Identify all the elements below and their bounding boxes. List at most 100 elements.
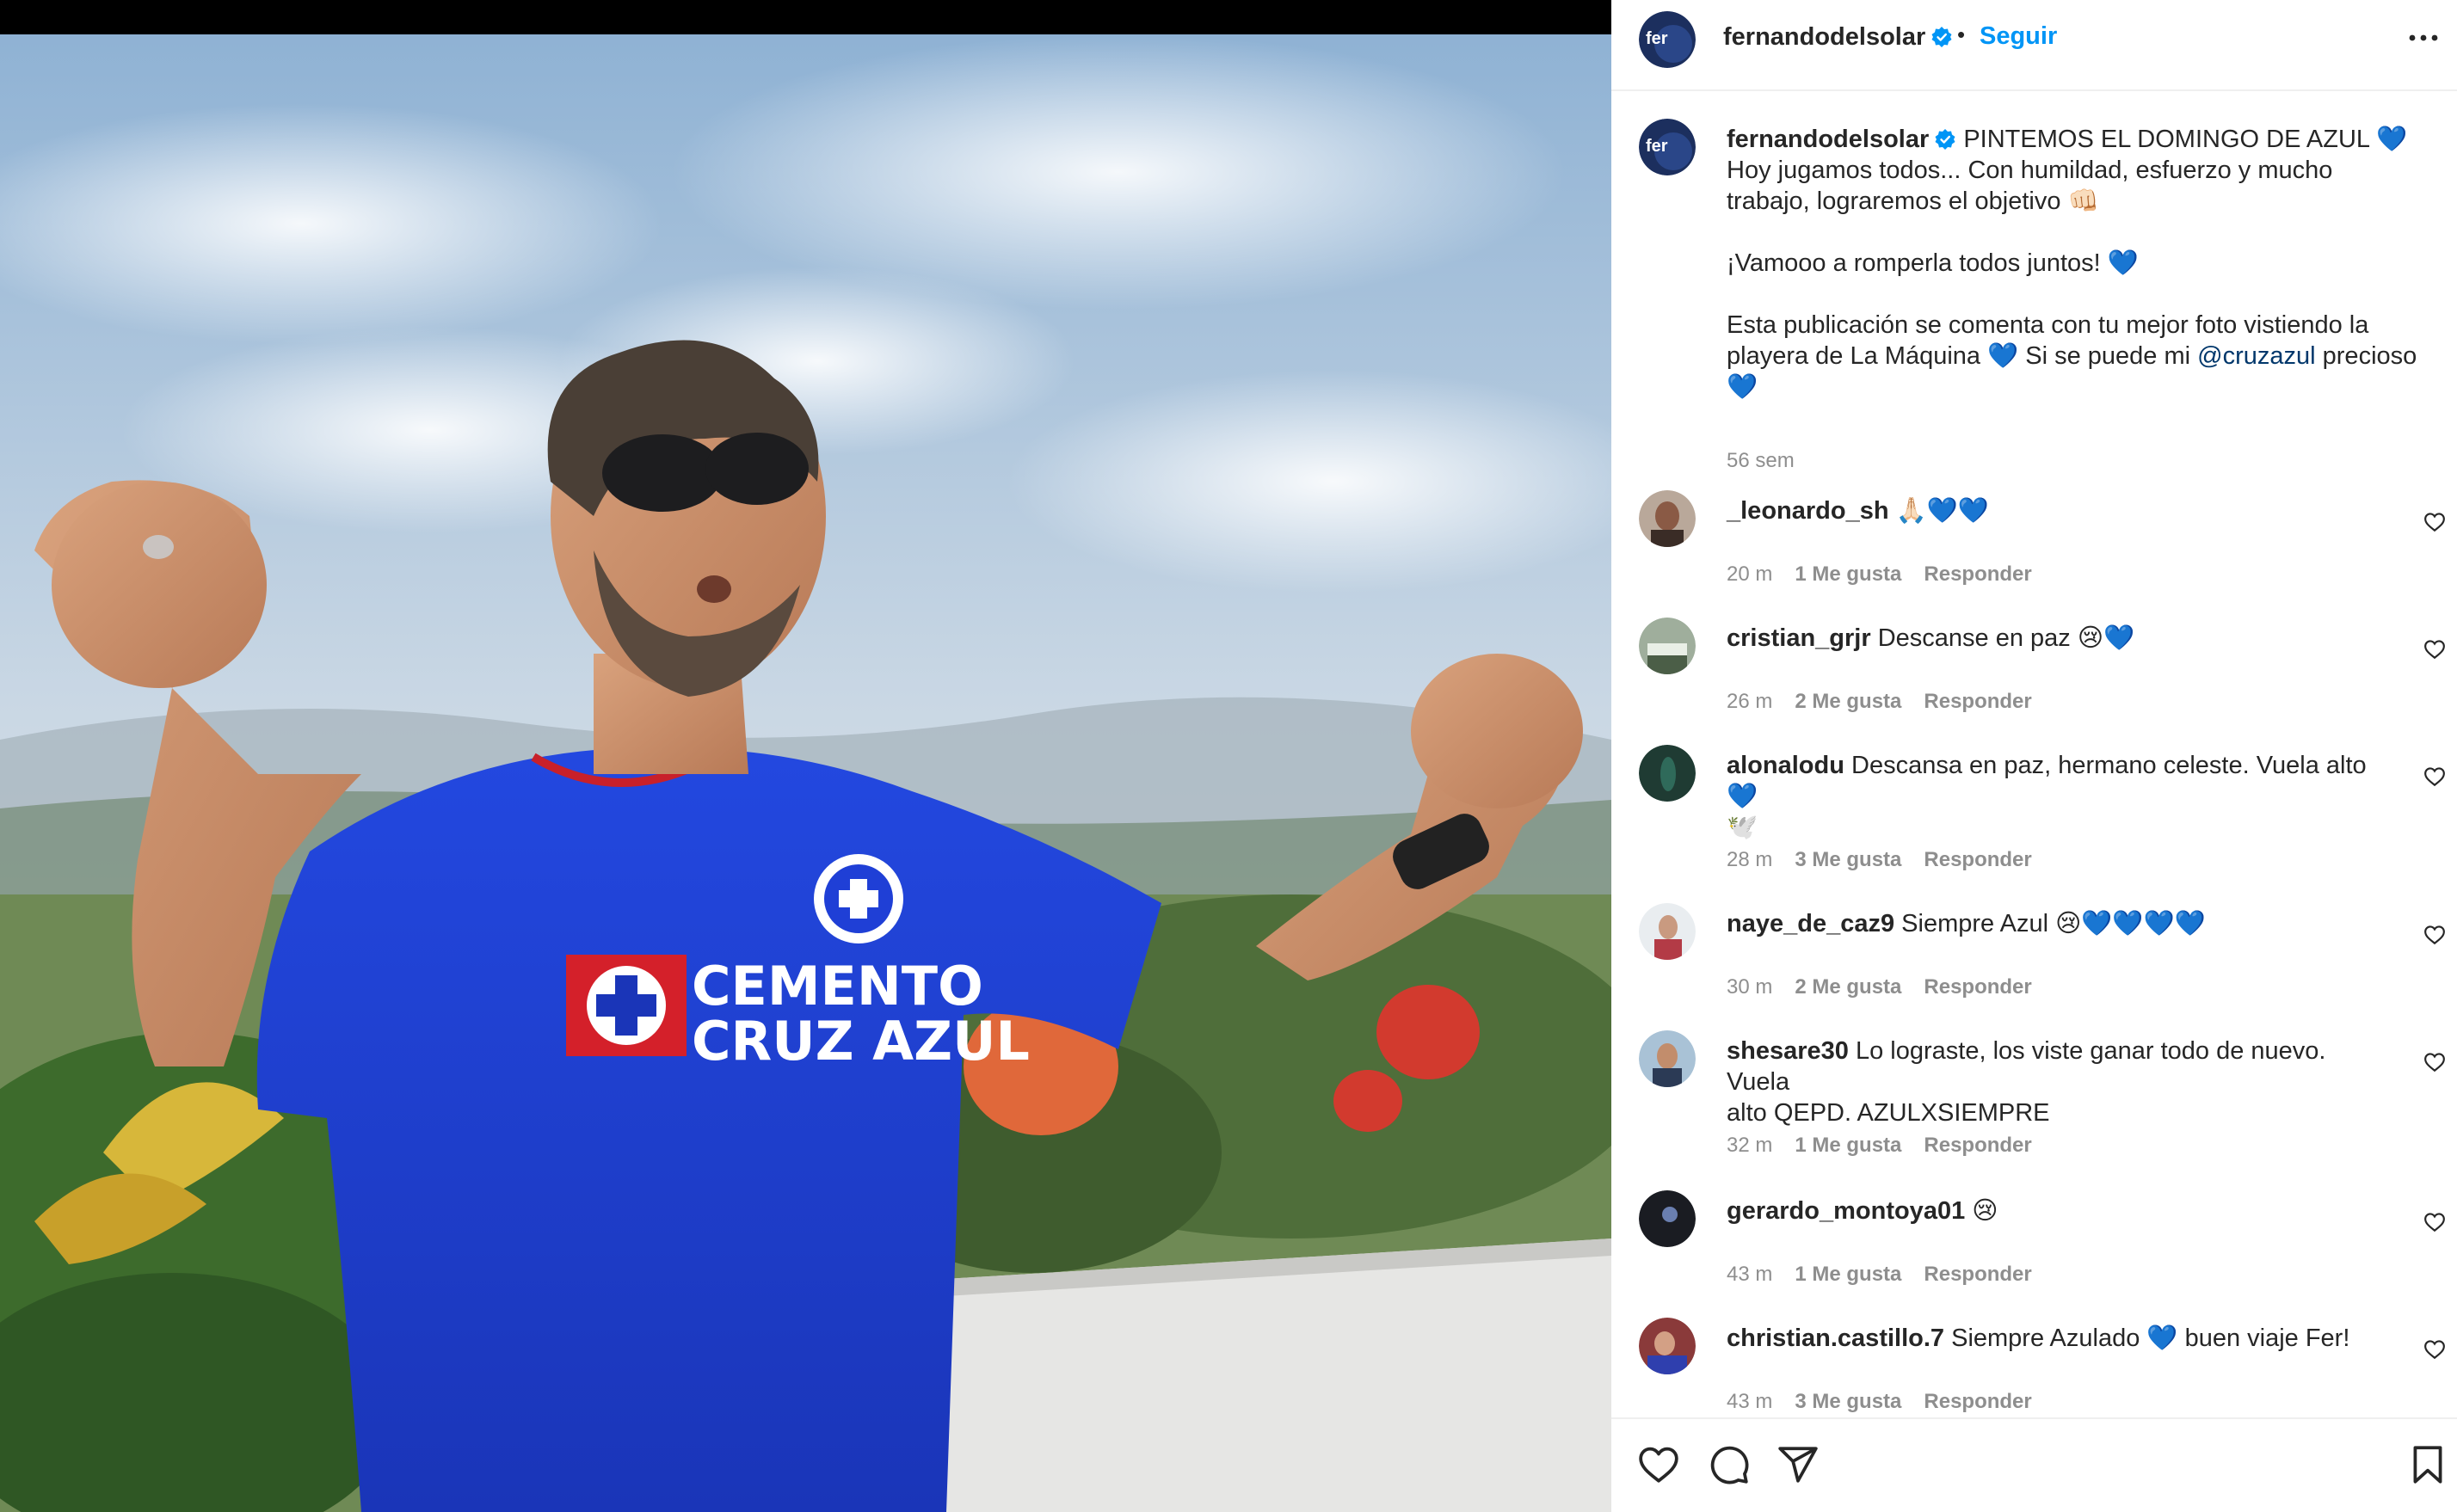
- comment-content-2: alto QEPD. AZULXSIEMPRE: [1727, 1099, 2050, 1127]
- comment-username[interactable]: cristian_grjr: [1727, 624, 1871, 652]
- caption-avatar[interactable]: fer: [1639, 119, 1696, 175]
- post-photo[interactable]: CEMENTO CRUZ AZUL: [0, 0, 1611, 1512]
- comment-avatar[interactable]: [1639, 618, 1696, 674]
- post-header: fer fernandodelsolar • Seguir: [1611, 0, 2457, 91]
- comment-item: shesare30 Lo lograste, los viste ganar t…: [1611, 1030, 2457, 1189]
- comment-content: 🙏🏻💙💙: [1895, 497, 1989, 525]
- caption-line-4: ¡Vamooo a romperla todos juntos! 💙: [1727, 249, 2139, 277]
- comment-item: naye_de_caz9 Siempre Azul 😢💙💙💙💙 30 m 2 Me…: [1611, 903, 2457, 1030]
- author-avatar[interactable]: fer: [1639, 11, 1696, 68]
- svg-text:fer: fer: [1646, 137, 1668, 156]
- verified-badge-icon: [1935, 129, 1955, 150]
- heart-icon[interactable]: [2423, 1211, 2446, 1233]
- comment-content: Siempre Azul 😢💙💙💙💙: [1901, 910, 2206, 937]
- comment-time[interactable]: 43 m: [1727, 1390, 1772, 1413]
- verified-badge-icon: [1931, 27, 1952, 47]
- separator-dot: •: [1957, 22, 1966, 47]
- caption-line-7: 💙: [1727, 373, 1758, 401]
- reply-button[interactable]: Responder: [1924, 975, 2031, 999]
- jersey-text-2: CRUZ AZUL: [692, 1010, 1030, 1073]
- comment-time[interactable]: 30 m: [1727, 975, 1772, 999]
- comment-text: cristian_grjr Descanse en paz 😢💙: [1727, 623, 2389, 654]
- comment-username[interactable]: christian.castillo.7: [1727, 1325, 1944, 1352]
- comment-item: alonalodu Descansa en paz, hermano celes…: [1611, 745, 2457, 903]
- follow-button[interactable]: Seguir: [1980, 22, 2057, 51]
- comment-avatar[interactable]: [1639, 745, 1696, 802]
- heart-icon[interactable]: [2423, 924, 2446, 946]
- reply-button[interactable]: Responder: [1924, 848, 2031, 871]
- comment-time[interactable]: 20 m: [1727, 562, 1772, 586]
- comment-likes[interactable]: 1 Me gusta: [1795, 562, 1901, 586]
- caption-line-6b: precioso: [2315, 342, 2417, 370]
- heart-icon[interactable]: [2423, 1338, 2446, 1361]
- comment-likes[interactable]: 1 Me gusta: [1795, 1134, 1901, 1157]
- post-timestamp[interactable]: 56 sem: [1727, 449, 1795, 473]
- like-heart-icon[interactable]: [1637, 1443, 1680, 1486]
- comment-item: christian.castillo.7 Siempre Azulado 💙 b…: [1611, 1318, 2457, 1417]
- comment-username[interactable]: _leonardo_sh: [1727, 497, 1889, 525]
- heart-icon[interactable]: [2423, 638, 2446, 661]
- heart-icon[interactable]: [2423, 511, 2446, 533]
- comment-likes[interactable]: 2 Me gusta: [1795, 690, 1901, 713]
- post-actions: [1611, 1417, 2457, 1512]
- comment-item: cristian_grjr Descanse en paz 😢💙 26 m 2 M…: [1611, 618, 2457, 745]
- photo-illustration: CEMENTO CRUZ AZUL: [0, 34, 1611, 1512]
- comment-meta: 32 m 1 Me gusta Responder: [1727, 1134, 2054, 1158]
- reply-button[interactable]: Responder: [1924, 1390, 2031, 1413]
- comment-item: gerardo_montoya01 😢 43 m 1 Me gusta Respon…: [1611, 1190, 2457, 1318]
- comment-meta: 30 m 2 Me gusta Responder: [1727, 975, 2054, 999]
- comment-meta: 28 m 3 Me gusta Responder: [1727, 848, 2054, 872]
- comments-feed[interactable]: fer fernandodelsolar PINTEMOS EL DOMINGO…: [1611, 93, 2457, 1417]
- caption-line-6a: playera de La Máquina 💙 Si se puede mi: [1727, 342, 2198, 370]
- comment-meta: 26 m 2 Me gusta Responder: [1727, 690, 2054, 714]
- comment-username[interactable]: shesare30: [1727, 1037, 1849, 1065]
- caption-line-5: Esta publicación se comenta con tu mejor…: [1727, 311, 2369, 339]
- reply-button[interactable]: Responder: [1924, 1263, 2031, 1286]
- comment-username[interactable]: alonalodu: [1727, 752, 1844, 779]
- comment-time[interactable]: 32 m: [1727, 1134, 1772, 1157]
- comment-likes[interactable]: 3 Me gusta: [1795, 848, 1901, 871]
- comment-content: Siempre Azulado 💙 buen viaje Fer!: [1951, 1325, 2350, 1352]
- heart-icon[interactable]: [2423, 765, 2446, 788]
- comment-avatar[interactable]: [1639, 490, 1696, 547]
- heart-icon[interactable]: [2423, 1051, 2446, 1073]
- comment-content: Descanse en paz 😢💙: [1877, 624, 2135, 652]
- comment-text: naye_de_caz9 Siempre Azul 😢💙💙💙💙: [1727, 908, 2389, 939]
- comment-time[interactable]: 43 m: [1727, 1263, 1772, 1286]
- comment-content: 😢: [1972, 1197, 1998, 1225]
- caption-line-1: PINTEMOS EL DOMINGO DE AZUL 💙: [1963, 126, 2408, 153]
- comment-text: _leonardo_sh 🙏🏻💙💙: [1727, 495, 2389, 526]
- jersey-text-1: CEMENTO: [692, 955, 983, 1017]
- comment-content-2: 🕊️: [1727, 814, 1758, 841]
- reply-button[interactable]: Responder: [1924, 1134, 2031, 1157]
- comment-likes[interactable]: 2 Me gusta: [1795, 975, 1901, 999]
- comment-time[interactable]: 26 m: [1727, 690, 1772, 713]
- comment-likes[interactable]: 3 Me gusta: [1795, 1390, 1901, 1413]
- svg-text:fer: fer: [1646, 29, 1668, 48]
- comment-likes[interactable]: 1 Me gusta: [1795, 1263, 1901, 1286]
- mention-link[interactable]: @cruzazul: [2197, 342, 2315, 370]
- post-panel: fer fernandodelsolar • Seguir fer fernan…: [1611, 0, 2457, 1512]
- caption-username[interactable]: fernandodelsolar: [1727, 126, 1929, 153]
- author-username[interactable]: fernandodelsolar: [1723, 23, 1953, 52]
- reply-button[interactable]: Responder: [1924, 690, 2031, 713]
- comment-meta: 20 m 1 Me gusta Responder: [1727, 562, 2054, 587]
- comment-text: alonalodu Descansa en paz, hermano celes…: [1727, 750, 2389, 843]
- comment-username[interactable]: gerardo_montoya01: [1727, 1197, 1965, 1225]
- caption-text: fernandodelsolar PINTEMOS EL DOMINGO DE …: [1727, 124, 2417, 403]
- comment-time[interactable]: 28 m: [1727, 848, 1772, 871]
- comment-avatar[interactable]: [1639, 1030, 1696, 1087]
- reply-button[interactable]: Responder: [1924, 562, 2031, 586]
- comment-avatar[interactable]: [1639, 1318, 1696, 1374]
- send-icon[interactable]: [1777, 1443, 1820, 1486]
- comment-avatar[interactable]: [1639, 1190, 1696, 1247]
- comment-username[interactable]: naye_de_caz9: [1727, 910, 1894, 937]
- comment-avatar[interactable]: [1639, 903, 1696, 960]
- more-options-icon[interactable]: [2402, 21, 2445, 55]
- comment-icon[interactable]: [1708, 1443, 1751, 1486]
- comment-item: _leonardo_sh 🙏🏻💙💙 20 m 1 Me gusta Responde…: [1611, 490, 2457, 618]
- comment-meta: 43 m 3 Me gusta Responder: [1727, 1390, 2054, 1414]
- caption-line-2: Hoy jugamos todos... Con humildad, esfue…: [1727, 157, 2333, 184]
- caption-line-3: trabajo, lograremos el objetivo 👊🏻: [1727, 187, 2099, 215]
- bookmark-icon[interactable]: [2406, 1443, 2449, 1486]
